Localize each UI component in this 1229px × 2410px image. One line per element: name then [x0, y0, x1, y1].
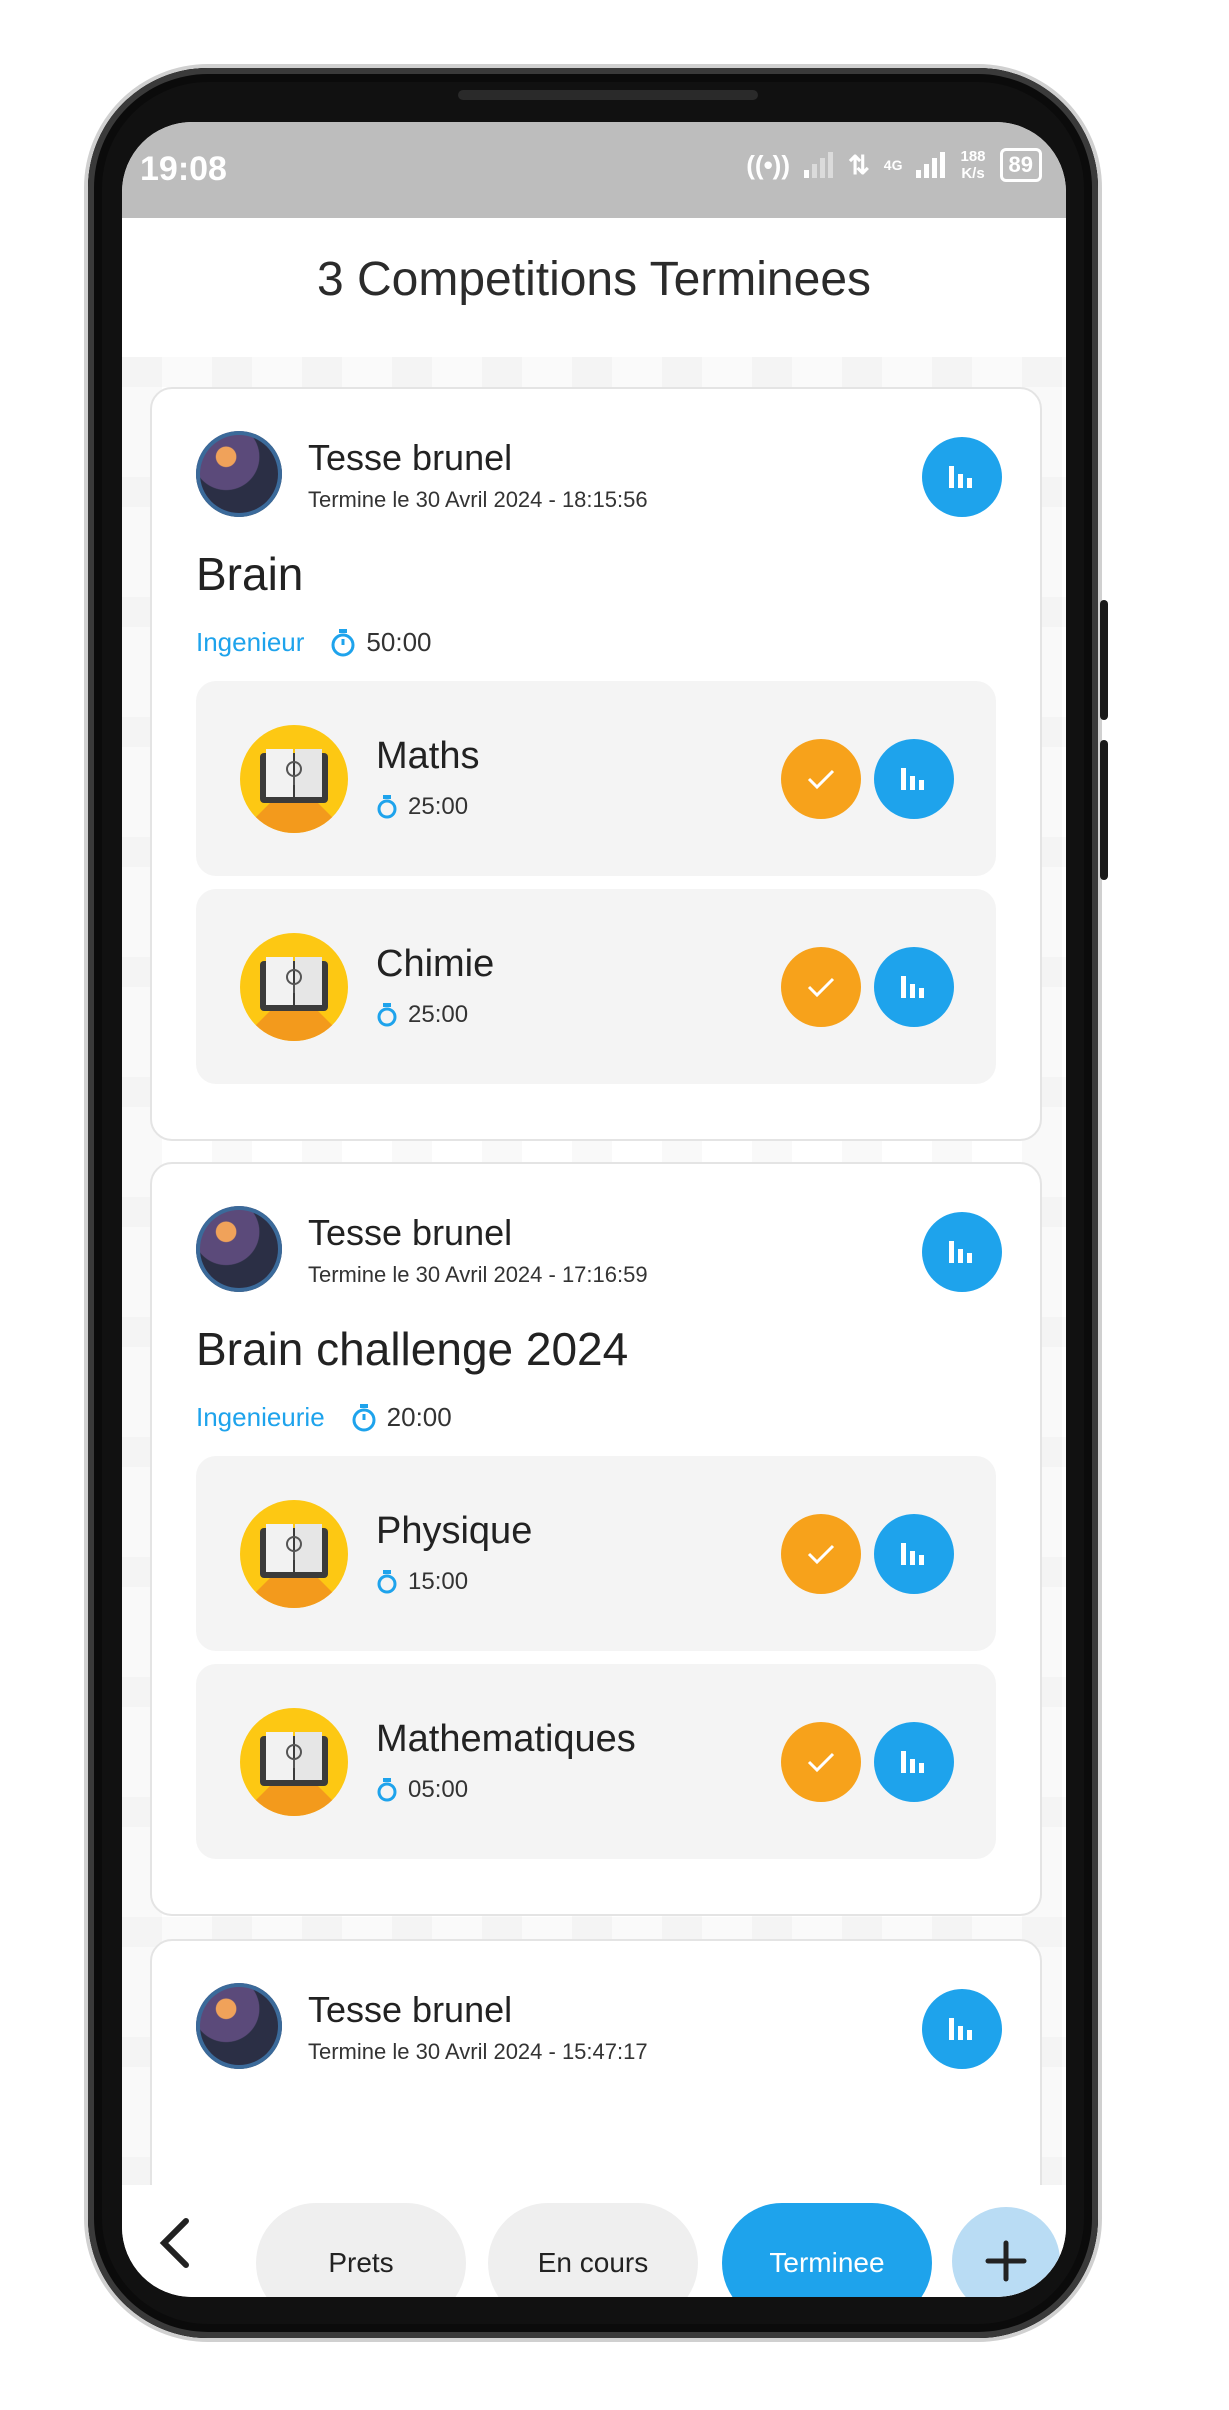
subject-duration: 25:00 [408, 1001, 469, 1028]
timer-icon [331, 628, 355, 656]
tab-ongoing[interactable]: En cours [488, 2203, 698, 2297]
avatar [196, 431, 282, 517]
competition-title: Brain [196, 548, 304, 600]
timer-icon [377, 1003, 397, 1027]
book-icon [240, 933, 348, 1041]
battery-icon: 89 [999, 148, 1042, 182]
subject-duration: 15:00 [408, 1568, 469, 1595]
finished-date: Termine le 30 Avril 2024 - 15:47:17 [308, 2039, 648, 2064]
stats-icon [949, 2018, 972, 2040]
page-title: 3 Competitions Terminees [316, 253, 872, 306]
competition-duration: 50:00 [366, 627, 432, 657]
book-icon [240, 1500, 348, 1608]
tab-ready[interactable]: Prets [256, 2203, 466, 2297]
timer-icon [377, 795, 397, 819]
avatar [196, 1206, 282, 1292]
competition-card[interactable]: Tesse brunel Termine le 30 Avril 2024 - … [150, 387, 1042, 1141]
competition-card[interactable]: Tesse brunel Termine le 30 Avril 2024 - … [150, 1939, 1042, 2185]
finished-date: Termine le 30 Avril 2024 - 17:16:59 [308, 1262, 648, 1287]
status-bar: 19:08 ((•)) ⇅ 4G 188 K/s 89 [122, 122, 1066, 218]
completed-check-button[interactable] [781, 1722, 861, 1802]
stats-icon [949, 1241, 972, 1263]
author-name: Tesse brunel [308, 437, 513, 478]
subject-duration-row: 05:00 [376, 1776, 468, 1804]
subject-duration-row: 15:00 [376, 1568, 468, 1596]
finished-date: Termine le 30 Avril 2024 - 18:15:56 [308, 487, 648, 512]
competition-meta: Ingenieur 50:00 [196, 627, 432, 658]
stats-button[interactable] [874, 1514, 954, 1594]
check-icon [807, 1752, 835, 1773]
author-name: Tesse brunel [308, 1212, 513, 1253]
data-transfer-icon: ⇅ [848, 149, 870, 180]
subject-item[interactable]: Maths 25:00 [196, 681, 996, 876]
tab-finished[interactable]: Terminee [722, 2203, 932, 2297]
stats-button[interactable] [922, 437, 1002, 517]
subject-duration-row: 25:00 [376, 1001, 468, 1029]
completed-check-button[interactable] [781, 947, 861, 1027]
subject-item[interactable]: Chimie 25:00 [196, 889, 996, 1084]
competition-meta: Ingenieurie 20:00 [196, 1402, 452, 1433]
stats-button[interactable] [922, 1989, 1002, 2069]
book-icon [240, 1708, 348, 1816]
check-icon [807, 1544, 835, 1565]
subject-name: Maths [376, 735, 480, 777]
timer-icon [377, 1778, 397, 1802]
category-label: Ingenieurie [196, 1402, 325, 1432]
category-label: Ingenieur [196, 627, 305, 657]
stats-button[interactable] [874, 947, 954, 1027]
subject-duration-row: 25:00 [376, 793, 468, 821]
subject-item[interactable]: Mathematiques 05:00 [196, 1664, 996, 1859]
timer-icon [377, 1570, 397, 1594]
stats-icon [949, 466, 972, 488]
signal-icon-2 [916, 152, 946, 178]
add-button[interactable] [952, 2207, 1060, 2297]
hotspot-icon: ((•)) [746, 149, 790, 180]
power-button [1100, 740, 1108, 880]
phone-speaker [458, 90, 758, 100]
subject-duration: 25:00 [408, 793, 469, 820]
subject-name: Chimie [376, 943, 495, 985]
net-speed: 188 K/s [960, 148, 986, 182]
completed-check-button[interactable] [781, 739, 861, 819]
stats-button[interactable] [922, 1212, 1002, 1292]
competition-card[interactable]: Tesse brunel Termine le 30 Avril 2024 - … [150, 1162, 1042, 1916]
stats-icon [901, 976, 924, 998]
competition-list[interactable]: Tesse brunel Termine le 30 Avril 2024 - … [122, 387, 1066, 2185]
network-type: 4G [883, 157, 903, 173]
plus-icon [985, 2240, 1027, 2282]
avatar [196, 1983, 282, 2069]
subject-name: Physique [376, 1510, 533, 1552]
volume-button [1100, 600, 1108, 720]
stats-button[interactable] [874, 1722, 954, 1802]
completed-check-button[interactable] [781, 1514, 861, 1594]
status-icons: ((•)) ⇅ 4G 188 K/s 89 [746, 148, 1042, 182]
check-icon [807, 977, 835, 998]
timer-icon [352, 1403, 376, 1431]
book-icon [240, 725, 348, 833]
stats-button[interactable] [874, 739, 954, 819]
phone-screen: 19:08 ((•)) ⇅ 4G 188 K/s 89 3 Competitio… [122, 122, 1066, 2297]
author-name: Tesse brunel [308, 1989, 513, 2030]
bottom-tab-bar: Prets En cours Terminee [122, 2185, 1066, 2297]
check-icon [807, 769, 835, 790]
subject-name: Mathematiques [376, 1718, 636, 1760]
status-time: 19:08 [140, 150, 227, 188]
back-chevron-icon[interactable] [148, 2213, 208, 2273]
stats-icon [901, 1751, 924, 1773]
subject-duration: 05:00 [408, 1776, 469, 1803]
signal-icon [804, 152, 833, 178]
stats-icon [901, 1543, 924, 1565]
stats-icon [901, 768, 924, 790]
subject-item[interactable]: Physique 15:00 [196, 1456, 996, 1651]
competition-title: Brain challenge 2024 [196, 1323, 629, 1375]
competition-duration: 20:00 [386, 1402, 452, 1432]
